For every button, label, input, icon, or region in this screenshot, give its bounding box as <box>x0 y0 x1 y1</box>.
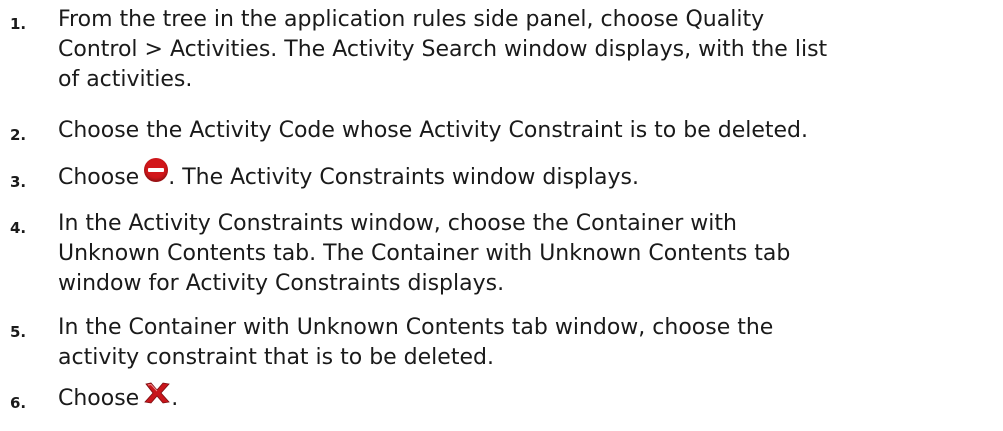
step-text-before: Choose <box>58 386 140 411</box>
step-number: 4. <box>10 219 27 237</box>
step-line: activity constraint that is to be delete… <box>58 345 494 370</box>
step-text-before: Choose <box>58 165 140 190</box>
step-text: From the tree in the application rules s… <box>58 5 988 95</box>
delete-constraint-icon <box>144 158 169 182</box>
step-line: Unknown Contents tab. The Container with… <box>58 241 791 266</box>
step-text: Choose the Activity Code whose Activity … <box>58 116 988 146</box>
step-text: Choose . <box>58 382 988 414</box>
step-number: 3. <box>10 173 27 191</box>
step-number: 2. <box>10 126 27 144</box>
step-line: In the Container with Unknown Contents t… <box>58 315 774 340</box>
step-text-after: . <box>171 386 179 411</box>
step-line: Choose . The Activity Constraints window … <box>58 158 988 193</box>
step-text: In the Container with Unknown Contents t… <box>58 313 988 373</box>
step-line: From the tree in the application rules s… <box>58 7 765 32</box>
step-text-after: . The Activity Constraints window displa… <box>168 165 639 190</box>
step-line: window for Activity Constraints displays… <box>58 271 505 296</box>
step-text: In the Activity Constraints window, choo… <box>58 209 988 299</box>
step-line: Control > Activities. The Activity Searc… <box>58 37 828 62</box>
step-line: In the Activity Constraints window, choo… <box>58 211 737 236</box>
step-line: Choose the Activity Code whose Activity … <box>58 118 809 143</box>
red-x-delete-icon <box>144 382 171 404</box>
step-line: of activities. <box>58 67 193 92</box>
step-number: 5. <box>10 323 27 341</box>
step-line: Choose . <box>58 382 988 414</box>
step-number: 1. <box>10 15 27 33</box>
step-text: Choose . The Activity Constraints window … <box>58 158 988 193</box>
step-number: 6. <box>10 394 27 412</box>
